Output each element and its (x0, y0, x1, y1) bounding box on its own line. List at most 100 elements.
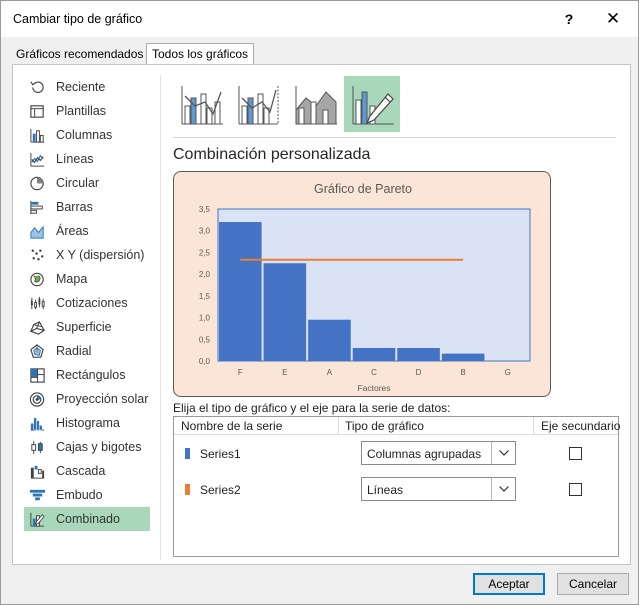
tab-all-charts[interactable]: Todos los gráficos (146, 43, 255, 65)
treemap-chart-icon (28, 366, 46, 384)
cancel-button[interactable]: Cancelar (557, 573, 629, 595)
sidebar-item-column[interactable]: Columnas (24, 123, 150, 147)
sidebar-item-label: Cascada (56, 464, 106, 478)
sidebar-item-templates[interactable]: Plantillas (24, 99, 150, 123)
sidebar-item-label: Cotizaciones (56, 296, 128, 310)
sidebar-item-label: Áreas (56, 224, 89, 238)
sidebar-item-box-whisker[interactable]: Cajas y bigotes (24, 435, 150, 459)
secondary-axis-checkbox[interactable] (569, 483, 582, 496)
map-chart-icon (28, 270, 46, 288)
series-row: Series1 Columnas agrupadas (174, 439, 618, 469)
bar (441, 353, 485, 361)
close-button[interactable]: ✕ (596, 5, 630, 33)
sidebar-item-stock[interactable]: Cotizaciones (24, 291, 150, 315)
change-chart-type-dialog: Cambiar tipo de gráfico ? ✕ Gráficos rec… (0, 0, 639, 605)
series-row: Series2 Líneas (174, 475, 618, 505)
series-color-swatch (185, 448, 190, 459)
sidebar-item-pie[interactable]: Circular (24, 171, 150, 195)
area-chart-icon (28, 222, 46, 240)
funnel-chart-icon (28, 486, 46, 504)
series-name: Series1 (200, 447, 241, 461)
chevron-down-icon[interactable] (491, 442, 515, 464)
sidebar-item-waterfall[interactable]: Cascada (24, 459, 150, 483)
x-tick-label: B (460, 368, 465, 377)
sidebar-item-sunburst[interactable]: Proyección solar (24, 387, 150, 411)
y-tick-label: 0,5 (199, 335, 211, 344)
sidebar-item-treemap[interactable]: Rectángulos (24, 363, 150, 387)
subtype-clustered-column-line[interactable] (173, 76, 229, 132)
chart-preview: Gráfico de Pareto 0,0 0,5 1,0 1,5 2,0 2,5 3,0 3,… (173, 171, 551, 397)
column-header-series-name: Nombre de la serie (181, 419, 283, 433)
dialog-title: Cambiar tipo de gráfico (13, 12, 143, 26)
sidebar-item-label: Líneas (56, 152, 94, 166)
chart-type-select-value: Columnas agrupadas (367, 447, 482, 461)
sidebar-item-label: Plantillas (56, 104, 107, 118)
scatter-chart-icon (28, 246, 46, 264)
sidebar-item-line[interactable]: Líneas (24, 147, 150, 171)
sidebar-item-funnel[interactable]: Embudo (24, 483, 150, 507)
clustered-column-line-icon (181, 86, 223, 125)
y-tick-label: 3,5 (199, 205, 211, 214)
sidebar-item-label: X Y (dispersión) (56, 248, 145, 262)
y-tick-label: 0,0 (199, 357, 211, 366)
divider (160, 75, 161, 560)
subtype-custom-combination[interactable] (344, 76, 400, 132)
x-tick-label: C (371, 368, 377, 377)
series-name: Series2 (200, 483, 241, 497)
header-divider (174, 434, 618, 435)
bar (263, 263, 307, 361)
sidebar-item-bar[interactable]: Barras (24, 195, 150, 219)
secondary-axis-checkbox[interactable] (569, 447, 582, 460)
sidebar-item-label: Barras (56, 200, 93, 214)
chart-type-list: Reciente Plantillas Columnas Líneas Circular… (24, 75, 150, 531)
section-title: Combinación personalizada (173, 146, 371, 163)
sidebar-item-histogram[interactable]: Histograma (24, 411, 150, 435)
sidebar-item-label: Proyección solar (56, 392, 149, 406)
bar (352, 347, 396, 361)
help-button[interactable]: ? (552, 5, 586, 33)
x-tick-label: D (416, 368, 422, 377)
sidebar-item-recent[interactable]: Reciente (24, 75, 150, 99)
column-separator (338, 417, 339, 434)
waterfall-chart-icon (28, 462, 46, 480)
sidebar-item-label: Mapa (56, 272, 88, 286)
sidebar-item-radar[interactable]: Radial (24, 339, 150, 363)
box-whisker-chart-icon (28, 438, 46, 456)
sidebar-item-surface[interactable]: Superficie (24, 315, 150, 339)
tab-panel: Reciente Plantillas Columnas Líneas Circular… (12, 64, 631, 565)
subtype-clustered-column-line-secondary-axis[interactable] (230, 76, 286, 132)
sidebar-item-label: Embudo (56, 488, 103, 502)
sunburst-chart-icon (28, 390, 46, 408)
sidebar-item-label: Histograma (56, 416, 120, 430)
bar (308, 319, 351, 361)
histogram-chart-icon (28, 414, 46, 432)
sidebar-item-map[interactable]: Mapa (24, 267, 150, 291)
chart-type-select[interactable]: Columnas agrupadas (361, 441, 516, 465)
chart-type-select-value: Líneas (367, 483, 404, 497)
ok-button[interactable]: Aceptar (473, 573, 545, 595)
chevron-down-icon[interactable] (491, 478, 515, 500)
pareto-chart: Gráfico de Pareto 0,0 0,5 1,0 1,5 2,0 2,5 3,0 3,… (199, 182, 531, 393)
chart-type-select[interactable]: Líneas (361, 477, 516, 501)
sidebar-item-label: Columnas (56, 128, 113, 142)
bar (397, 347, 440, 361)
subtype-stacked-area-clustered-column[interactable] (287, 76, 343, 132)
sidebar-item-area[interactable]: Áreas (24, 219, 150, 243)
tab-strip: Gráficos recomendados Todos los gráficos (11, 43, 631, 65)
x-tick-label: E (282, 368, 287, 377)
stock-chart-icon (28, 294, 46, 312)
chart-title: Gráfico de Pareto (314, 182, 412, 196)
templates-icon (28, 102, 46, 120)
sidebar-item-label: Reciente (56, 80, 106, 94)
sidebar-item-scatter[interactable]: X Y (dispersión) (24, 243, 150, 267)
sidebar-item-label: Superficie (56, 320, 112, 334)
sidebar-item-label: Rectángulos (56, 368, 126, 382)
sidebar-item-label: Cajas y bigotes (56, 440, 142, 454)
surface-chart-icon (28, 318, 46, 336)
column-header-secondary-axis: Eje secundario (541, 419, 621, 433)
divider (173, 137, 616, 138)
line-chart-icon (28, 150, 46, 168)
sidebar-item-combo[interactable]: Combinado (24, 507, 150, 531)
y-tick-label: 3,0 (199, 227, 211, 236)
tab-recommended-charts[interactable]: Gráficos recomendados (11, 44, 148, 65)
